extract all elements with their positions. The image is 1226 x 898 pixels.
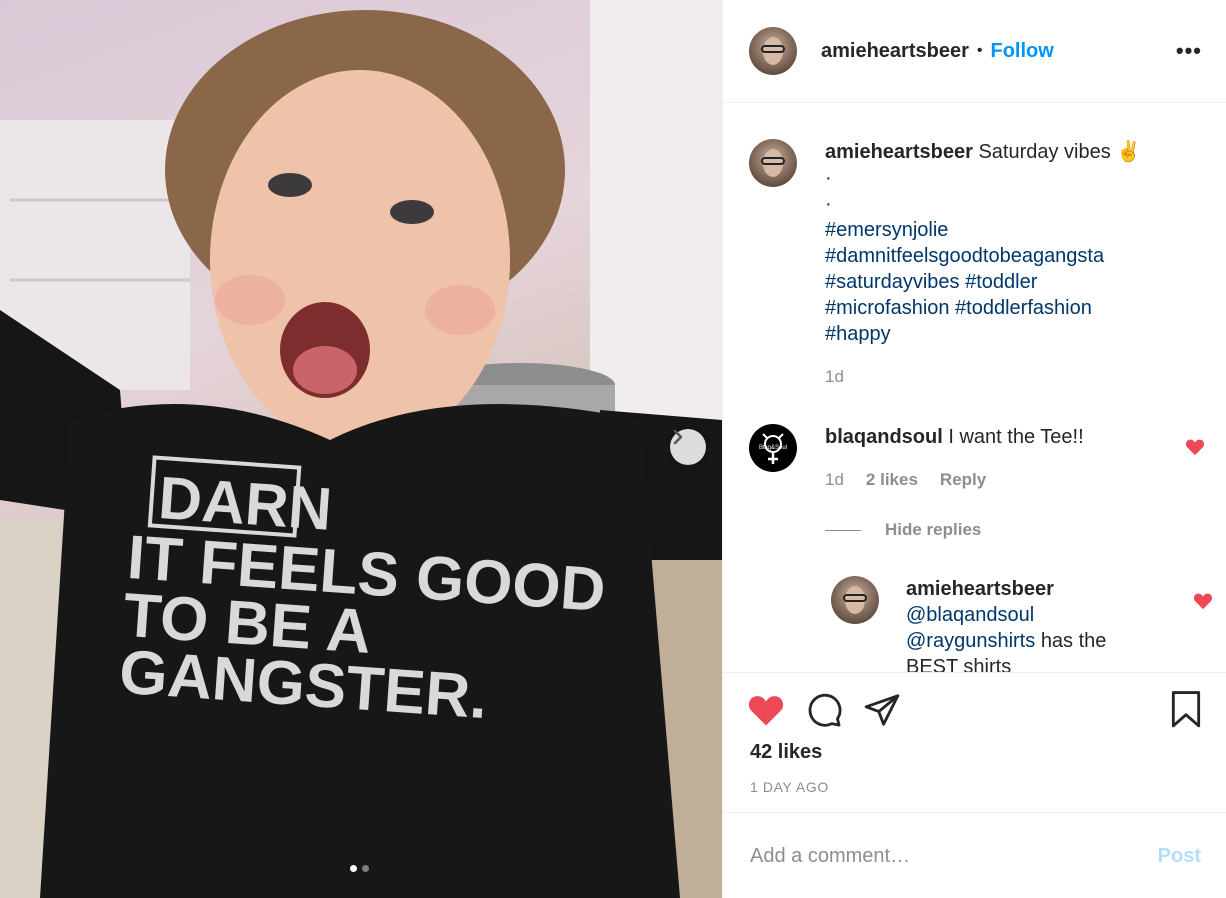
hashtag-line-5[interactable]: #happy (825, 321, 1185, 347)
next-image-button[interactable] (670, 429, 706, 465)
blaqandsoul-logo: Blaq&Soul (759, 433, 787, 464)
caption-dot-2: · (825, 193, 832, 215)
comments-list[interactable]: amieheartsbeer Saturday vibes ✌️ · · #em… (723, 104, 1226, 672)
post-actions: 42 likes 1 DAY AGO (723, 672, 1226, 813)
comment-meta: 1d 2 likes Reply (825, 470, 986, 490)
reply-body: amieheartsbeer @blaqandsoul @raygunshirt… (906, 576, 1156, 672)
follow-button[interactable]: Follow (990, 40, 1053, 63)
reply-text: has the (1040, 630, 1107, 652)
comment-like-heart-icon[interactable] (1185, 438, 1205, 461)
save-bookmark-icon[interactable] (1169, 691, 1203, 734)
hide-replies-button[interactable]: Hide replies (825, 520, 981, 540)
reply-button[interactable]: Reply (940, 470, 986, 490)
author-username[interactable]: amieheartsbeer (821, 40, 969, 63)
reply-mention-2[interactable]: @raygunshirts (906, 630, 1035, 652)
reply-like-heart-icon[interactable] (1193, 592, 1213, 615)
caption-text: Saturday vibes ✌️ (978, 141, 1142, 163)
comment-username[interactable]: blaqandsoul (825, 426, 943, 448)
post-header: amieheartsbeer • Follow ••• (723, 0, 1226, 103)
instagram-post-modal: DARN IT FEELS GOOD TO BE A GANGSTER. ami… (0, 0, 1226, 898)
post-sidebar: amieheartsbeer • Follow ••• amieheartsbe… (722, 0, 1226, 898)
action-icons (747, 691, 901, 734)
add-comment-input[interactable] (750, 844, 1130, 868)
caption: amieheartsbeer Saturday vibes ✌️ · · #em… (749, 139, 1185, 347)
hide-replies-line (825, 529, 861, 531)
post-photo[interactable]: DARN IT FEELS GOOD TO BE A GANGSTER. (0, 0, 722, 898)
author-avatar[interactable] (749, 27, 797, 75)
commenter-avatar[interactable]: Blaq&Soul (749, 424, 797, 472)
header-separator: • (976, 42, 983, 59)
comment-bubble-icon[interactable] (805, 691, 843, 734)
hashtag-line-1[interactable]: #emersynjolie (825, 217, 1185, 243)
comment-time[interactable]: 1d (825, 470, 844, 490)
chevron-right-icon (673, 429, 683, 445)
hashtag-line-4[interactable]: #microfashion #toddlerfashion (825, 295, 1185, 321)
reply-username[interactable]: amieheartsbeer (906, 576, 1156, 602)
share-paper-plane-icon[interactable] (863, 691, 901, 734)
hide-replies-label: Hide replies (885, 520, 982, 539)
hashtag-line-2[interactable]: #damnitfeelsgoodtobeagangsta (825, 243, 1185, 269)
comment: Blaq&Soul blaqandsoul I want the Tee!! (749, 424, 1219, 472)
carousel-dot-1 (350, 865, 357, 872)
reply-avatar[interactable] (831, 576, 879, 624)
comment-body: blaqandsoul I want the Tee!! (825, 424, 1084, 472)
hashtag-line-3[interactable]: #saturdayvibes #toddler (825, 269, 1185, 295)
carousel-indicator (350, 865, 369, 872)
like-heart-icon[interactable] (747, 693, 785, 732)
likes-count[interactable]: 42 likes (750, 741, 822, 764)
comment-composer: Post (723, 814, 1226, 898)
caption-dot-1: · (825, 167, 832, 189)
caption-body: amieheartsbeer Saturday vibes ✌️ · · #em… (825, 139, 1185, 347)
reply-comment: amieheartsbeer @blaqandsoul @raygunshirt… (831, 576, 1211, 672)
comment-likes[interactable]: 2 likes (866, 470, 918, 490)
more-options-icon[interactable]: ••• (1176, 38, 1202, 64)
svg-text:Blaq&Soul: Blaq&Soul (759, 445, 787, 451)
reply-text-overflow: BEST shirts (906, 656, 1012, 672)
caption-timestamp[interactable]: 1d (825, 367, 844, 387)
caption-username[interactable]: amieheartsbeer (825, 141, 973, 163)
comment-text: I want the Tee!! (948, 426, 1084, 448)
photo-illustration: DARN IT FEELS GOOD TO BE A GANGSTER. (0, 0, 722, 898)
post-date[interactable]: 1 DAY AGO (750, 779, 829, 795)
post-comment-button[interactable]: Post (1158, 845, 1201, 868)
caption-avatar[interactable] (749, 139, 797, 187)
reply-mention-1[interactable]: @blaqandsoul (906, 602, 1156, 628)
carousel-dot-2 (362, 865, 369, 872)
